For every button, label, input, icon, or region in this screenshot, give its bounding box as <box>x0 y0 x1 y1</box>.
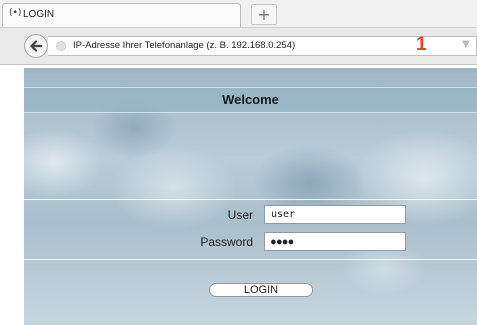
user-input[interactable]: user <box>264 205 406 224</box>
annotation-number-1: 1 <box>416 34 427 55</box>
login-page: Welcome User user Password ●●●● LOGIN <box>24 68 477 325</box>
url-text: IP-Adresse Ihrer Telefonanlage (z. B. 19… <box>73 40 296 51</box>
password-label: Password <box>200 235 253 249</box>
tab-bar: (•) LOGIN + <box>0 0 477 28</box>
password-input[interactable]: ●●●● <box>264 232 406 251</box>
tab-favicon-icon: (•) <box>9 8 22 18</box>
divider-bottom <box>24 259 477 260</box>
back-arrow-icon <box>30 40 43 52</box>
welcome-heading: Welcome <box>222 92 279 107</box>
globe-icon <box>56 41 66 51</box>
login-button[interactable]: LOGIN <box>209 283 313 297</box>
browser-tab[interactable]: (•) LOGIN <box>2 3 241 27</box>
navigation-bar: IP-Adresse Ihrer Telefonanlage (z. B. 19… <box>0 28 477 65</box>
new-tab-button[interactable]: + <box>251 4 277 25</box>
welcome-band: Welcome <box>24 87 477 113</box>
dropdown-arrow-icon[interactable]: ▼ <box>462 39 470 50</box>
tab-title: LOGIN <box>23 9 55 20</box>
user-label: User <box>227 208 253 222</box>
back-button[interactable] <box>24 34 48 58</box>
address-bar[interactable]: IP-Adresse Ihrer Telefonanlage (z. B. 19… <box>48 36 477 56</box>
divider-top <box>24 199 477 200</box>
